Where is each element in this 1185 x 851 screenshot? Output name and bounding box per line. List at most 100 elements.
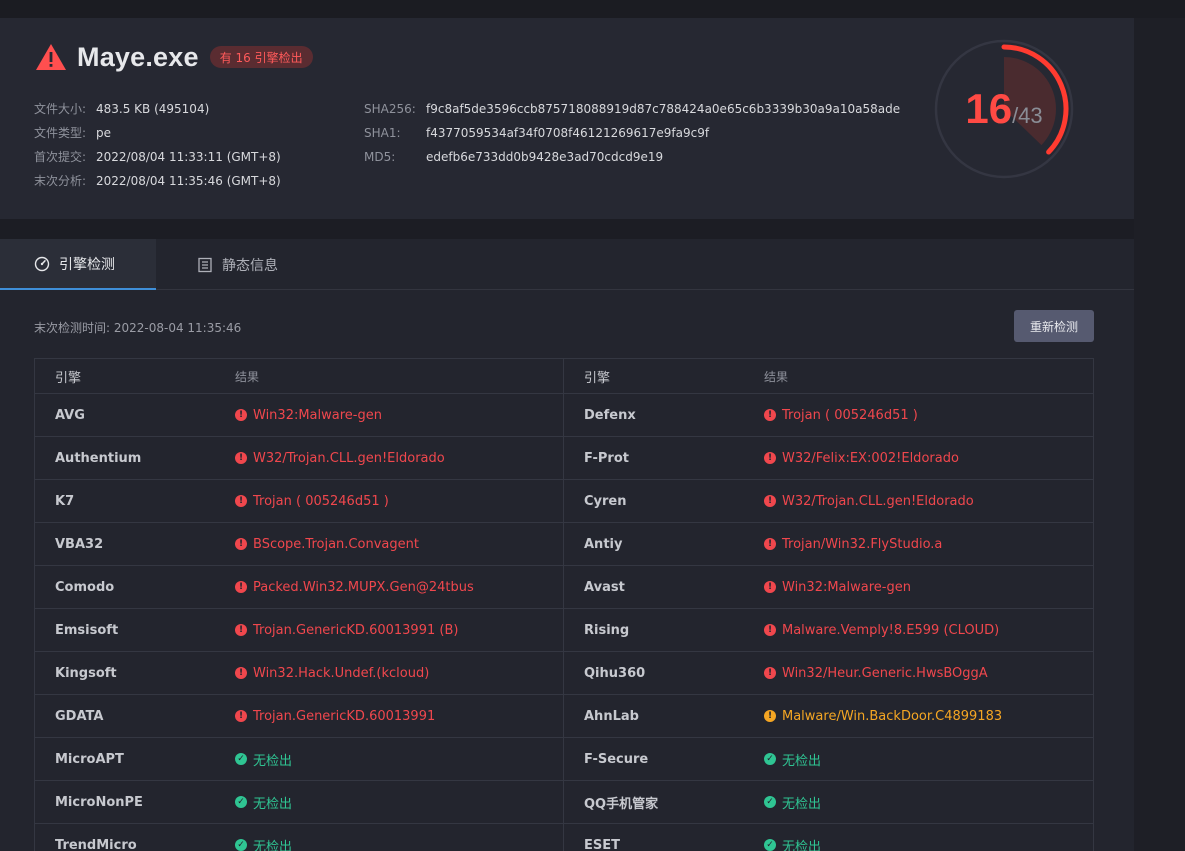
result-text: 无检出	[782, 796, 822, 812]
engine-cell-group: TrendMicro ✓ 无检出	[35, 824, 564, 851]
total-engines: /43	[1012, 103, 1043, 128]
file-title-row: Maye.exe 有 16 引擎检出	[35, 40, 313, 74]
engine-cell-group: Antiy! Trojan/Win32.FlyStudio.a	[564, 523, 1093, 565]
warning-triangle-icon	[36, 44, 66, 70]
result-text: BScope.Trojan.Convagent	[253, 536, 419, 552]
detected-count: 16	[965, 85, 1013, 132]
result-text: Win32:Malware-gen	[253, 407, 382, 423]
result-text: Malware/Win.BackDoor.C4899183	[782, 708, 1003, 724]
result-text: W32/Felix:EX:002!Eldorado	[782, 450, 959, 466]
result-text: W32/Trojan.CLL.gen!Eldorado	[782, 493, 974, 509]
meta-label: SHA1:	[364, 126, 401, 140]
engine-result: ✓ 无检出	[764, 793, 821, 812]
result-text: Win32:Malware-gen	[782, 579, 911, 595]
speedometer-icon	[34, 256, 50, 271]
sha1-value[interactable]: f4377059534af34f0708f46121269617e9fa9c9f	[426, 121, 709, 145]
exclamation-circle-icon: !	[764, 667, 776, 679]
engine-result: ! Trojan.GenericKD.60013991	[235, 709, 435, 724]
engine-result: ✓ 无检出	[235, 836, 292, 851]
engine-result: ! Win32:Malware-gen	[235, 408, 382, 423]
tab-bar: 引擎检测 静态信息	[0, 239, 1134, 290]
md5-value[interactable]: edefb6e733dd0b9428e3ad70cdcd9e19	[426, 145, 663, 169]
result-text: 无检出	[253, 753, 293, 769]
engine-cell-group: QQ手机管家 ✓ 无检出	[564, 781, 1093, 823]
gauge-score: 16 /43	[933, 38, 1075, 180]
sha256-value[interactable]: f9c8af5de3596ccb875718088919d87c788424a0…	[426, 97, 900, 121]
result-text: W32/Trojan.CLL.gen!Eldorado	[253, 450, 445, 466]
result-text: Trojan ( 005246d51 )	[782, 407, 918, 423]
table-row: K7! Trojan ( 005246d51 ) Cyren! W32/Trojan.…	[35, 480, 1093, 523]
engine-result: ! Trojan ( 005246d51 )	[764, 408, 918, 423]
table-row: GDATA! Trojan.GenericKD.60013991 AhnLab! Ma…	[35, 695, 1093, 738]
col-result: 结果	[764, 369, 789, 384]
check-circle-icon: ✓	[235, 839, 247, 851]
engine-result: ✓ 无检出	[764, 836, 821, 851]
exclamation-circle-icon: !	[235, 538, 247, 550]
exclamation-circle-icon: !	[764, 710, 776, 722]
exclamation-circle-icon: !	[764, 581, 776, 593]
engine-name: AhnLab	[584, 708, 639, 724]
right-gutter	[1134, 18, 1185, 851]
check-circle-icon: ✓	[764, 839, 776, 851]
file-type: pe	[96, 126, 111, 140]
exclamation-circle-icon: !	[764, 495, 776, 507]
engine-result: ! Trojan ( 005246d51 )	[235, 494, 389, 509]
hash-sha1-row: SHA1: f4377059534af34f0708f46121269617e9…	[364, 121, 900, 145]
col-engine: 引擎	[55, 370, 82, 386]
table-row: MicroNonPE ✓ 无检出 QQ手机管家 ✓ 无检出	[35, 781, 1093, 824]
exclamation-circle-icon: !	[235, 667, 247, 679]
engine-cell-group: K7! Trojan ( 005246d51 )	[35, 480, 564, 522]
result-text: 无检出	[253, 796, 293, 812]
engine-cell-group: Qihu360! Win32/Heur.Generic.HwsBOggA	[564, 652, 1093, 694]
engine-cell-group: Comodo! Packed.Win32.MUPX.Gen@24tbus	[35, 566, 564, 608]
table-row: TrendMicro ✓ 无检出 ESET ✓ 无检出	[35, 824, 1093, 851]
engine-name: Rising	[584, 622, 630, 638]
first-submit-time: 2022/08/04 11:33:11 (GMT+8)	[96, 150, 281, 164]
meta-last-analysis-row: 末次分析: 2022/08/04 11:35:46 (GMT+8)	[34, 169, 281, 193]
engine-cell-group: ESET ✓ 无检出	[564, 824, 1093, 851]
engine-name: Comodo	[55, 579, 115, 595]
result-text: Trojan.GenericKD.60013991	[253, 708, 436, 724]
table-row: Emsisoft! Trojan.GenericKD.60013991 (B) Ri…	[35, 609, 1093, 652]
engine-results-table: 引擎 结果 引擎 结果 AVG! Win32:Malware-gen Defenx!…	[34, 358, 1094, 851]
meta-label: 文件大小:	[34, 102, 87, 116]
exclamation-circle-icon: !	[764, 452, 776, 464]
engine-cell-group: Emsisoft! Trojan.GenericKD.60013991 (B)	[35, 609, 564, 651]
result-text: Win32.Hack.Undef.(kcloud)	[253, 665, 430, 681]
engine-cell-group: Authentium! W32/Trojan.CLL.gen!Eldorado	[35, 437, 564, 479]
exclamation-circle-icon: !	[235, 624, 247, 636]
engine-name: TrendMicro	[55, 837, 137, 851]
exclamation-circle-icon: !	[764, 538, 776, 550]
check-circle-icon: ✓	[235, 753, 247, 765]
engine-name: Emsisoft	[55, 622, 119, 638]
engine-name: F-Secure	[584, 751, 649, 767]
exclamation-circle-icon: !	[764, 624, 776, 636]
engine-name: Qihu360	[584, 665, 646, 681]
engine-name: VBA32	[55, 536, 104, 552]
tab-engine-detection[interactable]: 引擎检测	[0, 239, 156, 290]
engine-cell-group: MicroNonPE ✓ 无检出	[35, 781, 564, 823]
exclamation-circle-icon: !	[235, 409, 247, 421]
check-circle-icon: ✓	[764, 796, 776, 808]
engine-name: Kingsoft	[55, 665, 117, 681]
check-circle-icon: ✓	[235, 796, 247, 808]
engine-name: MicroNonPE	[55, 794, 143, 810]
engine-name: Avast	[584, 579, 625, 595]
engine-result: ! W32/Trojan.CLL.gen!Eldorado	[764, 494, 974, 509]
last-check-time: 末次检测时间: 2022-08-04 11:35:46	[34, 321, 242, 335]
exclamation-circle-icon: !	[235, 581, 247, 593]
exclamation-circle-icon: !	[235, 495, 247, 507]
engine-result: ! Win32.Hack.Undef.(kcloud)	[235, 666, 429, 681]
check-circle-icon: ✓	[764, 753, 776, 765]
hash-md5-row: MD5: edefb6e733dd0b9428e3ad70cdcd9e19	[364, 145, 900, 169]
exclamation-circle-icon: !	[764, 409, 776, 421]
engine-name: MicroAPT	[55, 751, 124, 767]
exclamation-circle-icon: !	[235, 452, 247, 464]
meta-label: SHA256:	[364, 102, 416, 116]
engine-cell-group: AhnLab! Malware/Win.BackDoor.C4899183	[564, 695, 1093, 737]
meta-label: 末次分析:	[34, 174, 87, 188]
meta-type-row: 文件类型: pe	[34, 121, 281, 145]
tab-static-info[interactable]: 静态信息	[197, 239, 278, 290]
recheck-button[interactable]: 重新检测	[1014, 310, 1094, 342]
result-text: Trojan.GenericKD.60013991 (B)	[253, 622, 459, 638]
